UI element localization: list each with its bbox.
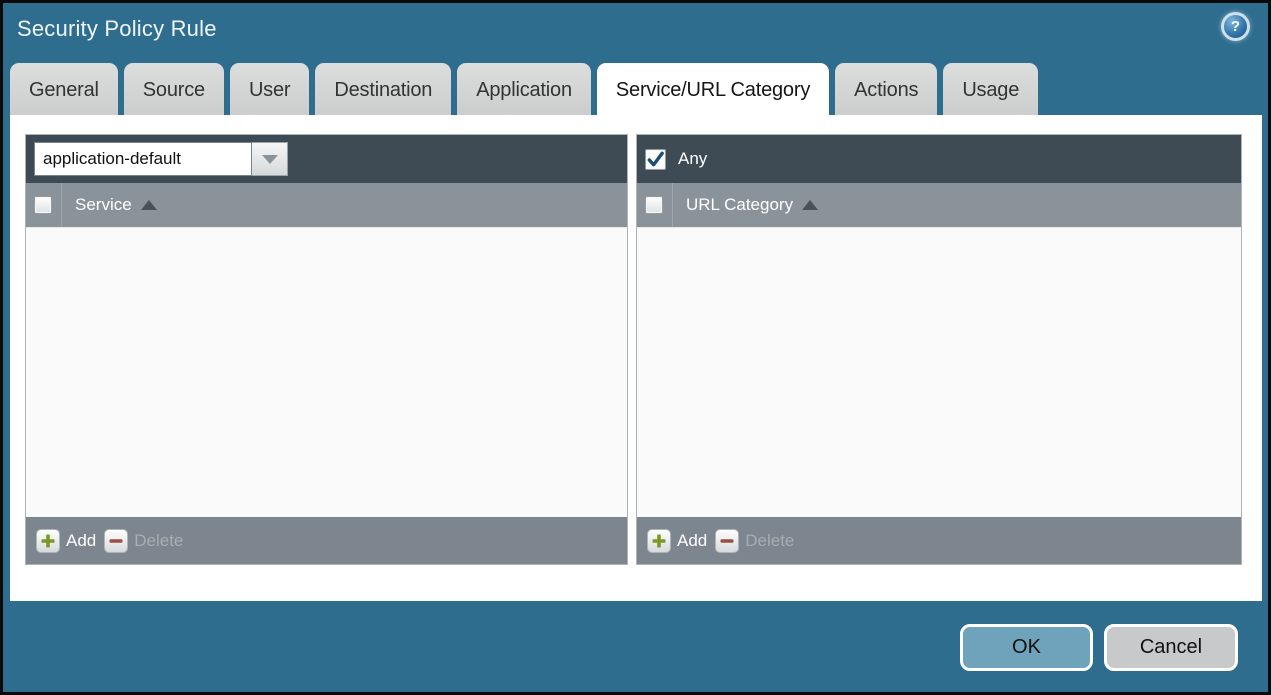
url-category-toolbar: Any	[637, 135, 1241, 183]
tab-bar: General Source User Destination Applicat…	[10, 63, 1044, 115]
tab-user[interactable]: User	[229, 63, 310, 115]
service-delete-button[interactable]: Delete	[104, 528, 184, 553]
tab-service-url-category[interactable]: Service/URL Category	[596, 63, 830, 115]
cancel-button[interactable]: Cancel	[1104, 624, 1238, 671]
tab-usage[interactable]: Usage	[943, 63, 1039, 115]
plus-icon	[647, 528, 671, 553]
url-category-select-all-checkbox[interactable]	[645, 196, 663, 214]
delete-button-label: Delete	[134, 530, 184, 550]
tab-general[interactable]: General	[10, 63, 118, 115]
service-column-label[interactable]: Service	[75, 195, 132, 215]
dialog-title: Security Policy Rule	[17, 16, 217, 41]
tab-destination[interactable]: Destination	[315, 63, 452, 115]
service-type-dropdown-button[interactable]	[252, 142, 288, 176]
tab-source[interactable]: Source	[123, 63, 224, 115]
add-button-label: Add	[66, 530, 97, 550]
security-policy-rule-dialog: Security Policy Rule ? General Source Us…	[0, 0, 1271, 695]
url-category-list	[637, 227, 1241, 517]
service-panel: Service Add	[25, 134, 628, 565]
minus-icon	[104, 528, 129, 553]
service-type-dropdown-input[interactable]	[34, 142, 252, 176]
minus-icon	[715, 528, 740, 553]
column-divider	[61, 183, 62, 227]
tab-application[interactable]: Application	[457, 63, 591, 115]
add-button-label: Add	[677, 530, 708, 550]
url-category-column-header: URL Category	[637, 183, 1241, 227]
service-toolbar	[26, 135, 627, 183]
url-category-add-button[interactable]: Add	[647, 528, 708, 553]
url-category-panel: Any URL Category Add Delete	[636, 134, 1242, 565]
any-label: Any	[678, 149, 708, 168]
sort-ascending-icon[interactable]	[140, 200, 157, 210]
plus-icon	[36, 528, 60, 553]
service-column-header: Service	[26, 183, 627, 227]
tab-actions[interactable]: Actions	[835, 63, 938, 115]
ok-button[interactable]: OK	[960, 624, 1093, 671]
sort-ascending-icon[interactable]	[802, 200, 819, 210]
service-select-all-checkbox[interactable]	[34, 196, 52, 214]
url-category-delete-button[interactable]: Delete	[715, 528, 795, 553]
url-category-column-label[interactable]: URL Category	[686, 195, 793, 215]
help-icon[interactable]: ?	[1221, 12, 1250, 41]
column-divider	[672, 183, 673, 227]
check-icon	[647, 151, 664, 166]
delete-button-label: Delete	[745, 530, 795, 550]
dialog-body: Service Add	[10, 115, 1262, 601]
chevron-down-icon	[261, 154, 278, 164]
url-category-action-bar: Add Delete	[637, 517, 1241, 564]
service-action-bar: Add Delete	[26, 517, 627, 564]
any-checkbox[interactable]	[645, 148, 666, 170]
service-list	[26, 227, 627, 517]
service-add-button[interactable]: Add	[36, 528, 97, 553]
